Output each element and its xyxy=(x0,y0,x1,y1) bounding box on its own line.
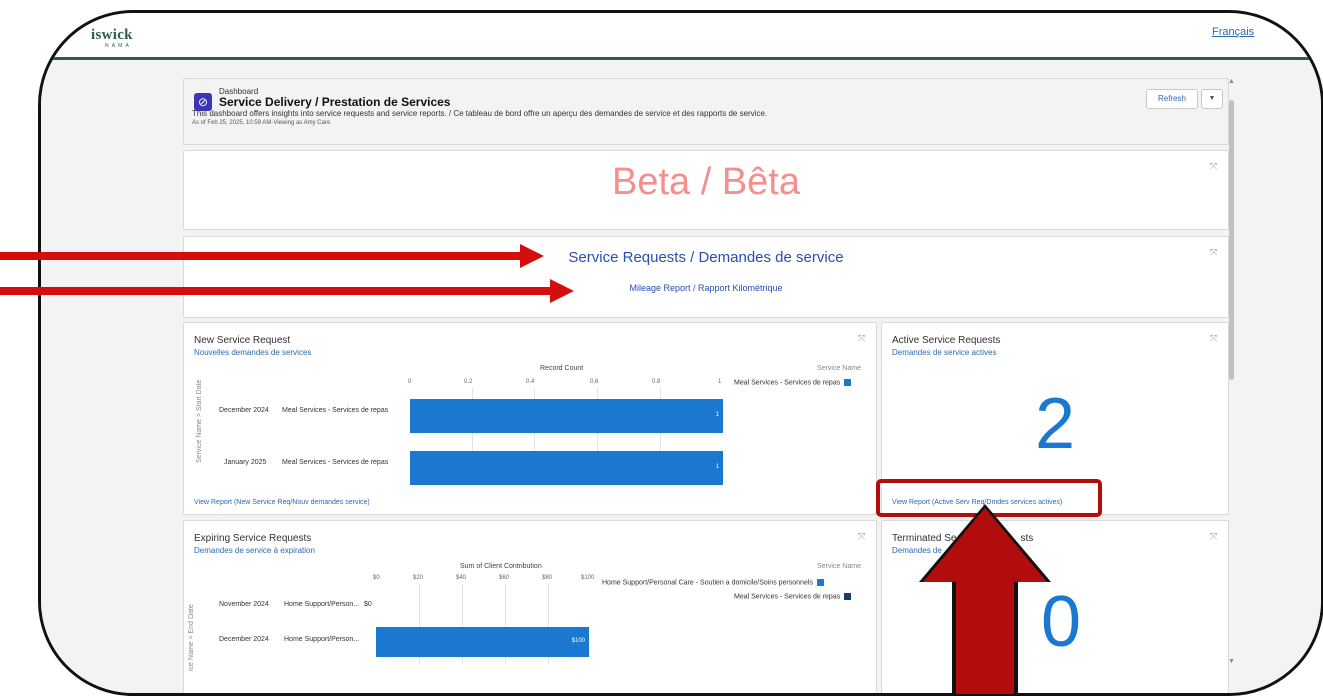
chart-bar[interactable]: $100 xyxy=(376,627,589,657)
legend-swatch xyxy=(844,593,852,600)
page-title: Service Delivery / Prestation de Service… xyxy=(219,95,451,109)
legend-title: Service Name xyxy=(817,365,861,372)
chart-bar[interactable]: 1 xyxy=(410,399,723,433)
legend-item: Meal Services - Services de repas xyxy=(734,593,852,600)
browser-frame: iswick N A M A Français ⊘ Dashboard Serv… xyxy=(38,10,1323,696)
bar-value-label: 1 xyxy=(715,464,719,470)
dashboard-canvas: ⊘ Dashboard Service Delivery / Prestatio… xyxy=(41,60,1321,693)
expand-icon[interactable]: ⤧ xyxy=(1210,333,1217,344)
expand-icon[interactable]: ⤧ xyxy=(858,333,865,344)
x-tick: $40 xyxy=(456,575,467,581)
y-axis-label: ice Name > End Date xyxy=(188,604,195,671)
refresh-button[interactable]: Refresh xyxy=(1146,89,1198,109)
scroll-up-icon[interactable]: ▲ xyxy=(1228,78,1235,85)
annotation-arrowhead xyxy=(520,244,544,268)
widget-subtitle: Nouvelles demandes de services xyxy=(194,348,312,357)
row-service-name: Home Support/Person... xyxy=(284,601,360,608)
legend-item: Meal Services - Services de repas xyxy=(734,379,852,386)
x-tick: $0 xyxy=(373,575,380,581)
active-count-value: 2 xyxy=(1034,384,1076,464)
x-tick: $80 xyxy=(542,575,553,581)
chart-title: Sum of Client Contribution xyxy=(460,563,542,570)
language-toggle-link[interactable]: Français xyxy=(1212,26,1254,38)
expand-icon[interactable]: ⤧ xyxy=(1210,161,1217,172)
x-tick: 0 xyxy=(408,379,412,385)
x-tick: $60 xyxy=(499,575,510,581)
bar-value-label: 1 xyxy=(715,412,719,418)
expand-icon[interactable]: ⤧ xyxy=(1210,531,1217,542)
row-service-name: Meal Services - Services de repas xyxy=(282,459,389,466)
row-service-name: Home Support/Person... xyxy=(284,636,360,643)
row-category: November 2024 xyxy=(219,601,269,608)
widget-subtitle: Demandes de service à expiration xyxy=(194,546,315,555)
legend-item: Home Support/Personal Care - Soutien a d… xyxy=(602,579,824,586)
widget-subtitle: Demandes de service actives xyxy=(892,348,997,357)
y-axis-label: Service Name > Start Date xyxy=(196,379,203,463)
beta-banner: Beta / Bêta ⤧ xyxy=(183,150,1229,230)
new-service-request-widget: New Service Request Nouvelles demandes d… xyxy=(183,322,877,515)
expand-icon[interactable]: ⤧ xyxy=(1210,247,1217,258)
dashboard-header: ⊘ Dashboard Service Delivery / Prestatio… xyxy=(183,78,1229,145)
x-tick: 0.6 xyxy=(590,379,599,385)
chart-title: Record Count xyxy=(540,365,584,372)
chevron-down-icon[interactable]: ▼ xyxy=(1201,89,1223,109)
expand-icon[interactable]: ⤧ xyxy=(858,531,865,542)
chart-bar[interactable]: 1 xyxy=(410,451,723,485)
top-bar: iswick N A M A Français xyxy=(41,13,1321,60)
dashboard-timestamp: As of Feb 25, 2025, 10:59 AM·Viewing as … xyxy=(192,120,331,126)
view-report-link[interactable]: View Report (New Service Req/Nouv demand… xyxy=(194,499,370,506)
beta-text: Beta / Bêta xyxy=(611,161,800,203)
row-category: January 2025 xyxy=(224,459,267,466)
scrollbar-thumb[interactable] xyxy=(1229,100,1234,380)
row-service-name: Meal Services - Services de repas xyxy=(282,407,389,414)
logo: iswick xyxy=(91,27,133,43)
x-tick: 0.8 xyxy=(652,379,661,385)
expiring-service-requests-widget: Expiring Service Requests Demandes de se… xyxy=(183,520,877,693)
widget-title: New Service Request xyxy=(194,335,291,346)
bar-value-label: $100 xyxy=(571,638,585,644)
terminated-count-value: 0 xyxy=(1040,582,1082,662)
legend-swatch xyxy=(844,379,852,386)
links-widget: Service Requests / Demandes de service M… xyxy=(183,236,1229,318)
logo-subtext: N A M A xyxy=(105,43,130,49)
annotation-arrowhead xyxy=(550,279,574,303)
legend-title: Service Name xyxy=(817,563,861,570)
row-category: December 2024 xyxy=(219,636,269,643)
widget-title: Active Service Requests xyxy=(892,335,1001,346)
bar-value-label: $0 xyxy=(364,601,372,608)
x-tick: 0.2 xyxy=(464,379,473,385)
widget-title: Expiring Service Requests xyxy=(194,533,312,544)
annotation-arrow xyxy=(0,287,550,295)
dashboard-description: This dashboard offers insights into serv… xyxy=(192,109,768,118)
x-tick: $100 xyxy=(581,575,595,581)
x-tick: 1 xyxy=(718,379,722,385)
x-tick: 0.4 xyxy=(526,379,535,385)
row-category: December 2024 xyxy=(219,407,269,414)
legend-swatch xyxy=(816,579,824,586)
scroll-down-icon[interactable]: ▼ xyxy=(1228,658,1235,665)
annotation-up-arrow xyxy=(956,578,1014,694)
x-tick: $20 xyxy=(413,575,424,581)
annotation-up-arrow xyxy=(923,508,1047,582)
annotation-arrow xyxy=(0,252,520,260)
